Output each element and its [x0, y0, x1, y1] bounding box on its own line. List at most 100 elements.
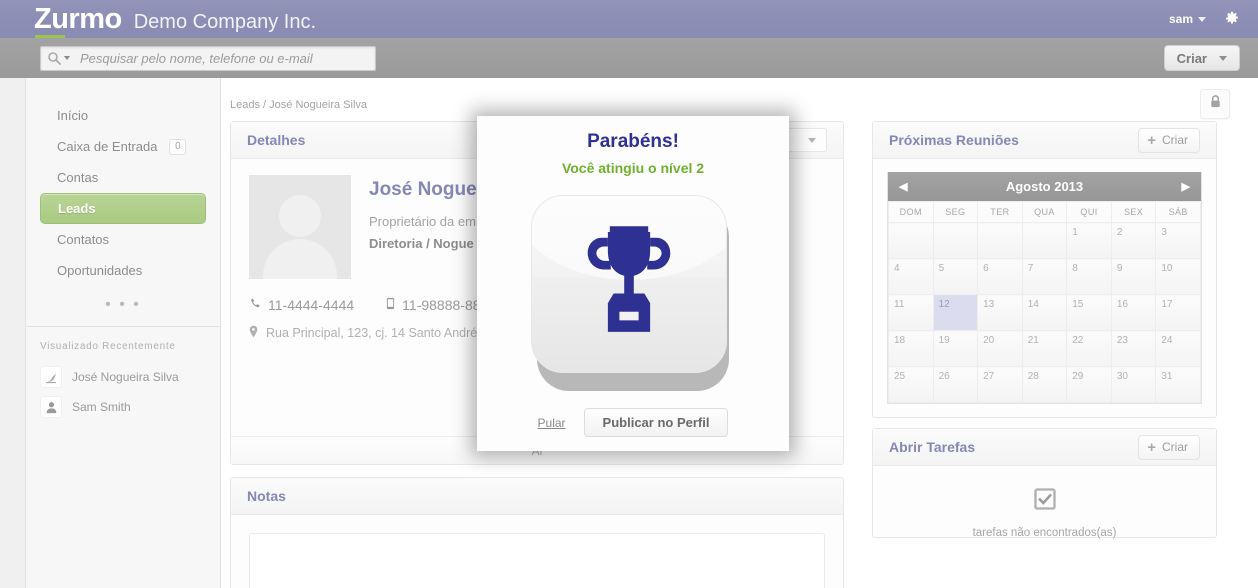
calendar-day[interactable]: 6 — [977, 258, 1023, 295]
sidebar-item-contas[interactable]: Contas — [40, 162, 206, 193]
calendar-day[interactable]: 8 — [1066, 258, 1112, 295]
breadcrumb-separator: / — [263, 99, 267, 111]
tasks-empty-text: tarefas não encontrados(as) — [972, 527, 1117, 539]
sidebar-item-label: Caixa de Entrada — [57, 139, 158, 154]
calendar-next-month-button[interactable]: ▶ — [1182, 180, 1190, 193]
user-menu[interactable]: sam — [1169, 12, 1206, 26]
calendar-day[interactable]: 28 — [1021, 366, 1068, 403]
create-meeting-button[interactable]: + Criar — [1138, 127, 1200, 153]
calendar-day[interactable]: 30 — [1110, 366, 1157, 403]
calendar-day[interactable]: 7 — [1021, 258, 1068, 295]
calendar-day[interactable]: 1 — [1066, 222, 1112, 259]
sidebar-item-contatos[interactable]: Contatos — [40, 224, 206, 255]
calendar-day[interactable]: 9 — [1110, 258, 1157, 295]
calendar-day[interactable]: 17 — [1155, 294, 1201, 331]
calendar-day[interactable]: 27 — [977, 366, 1023, 403]
gear-icon[interactable] — [1224, 11, 1240, 27]
lead-department-company: Diretoria / Nogue — [369, 236, 474, 251]
person-icon — [40, 396, 62, 418]
plus-icon: + — [1147, 131, 1156, 149]
sidebar: Início Caixa de Entrada 0 Contas Leads C… — [26, 78, 221, 588]
recent-item-sam-smith[interactable]: Sam Smith — [26, 392, 220, 422]
meetings-title: Próximas Reuniões — [889, 132, 1019, 148]
sidebar-item-leads[interactable]: Leads — [40, 193, 206, 224]
calendar-week-row: 11 12 13 14 15 16 17 — [888, 294, 1201, 331]
brand: Zurmo Demo Company Inc. — [0, 4, 317, 47]
search-bar: Criar — [0, 38, 1258, 78]
sidebar-item-caixa-de-entrada[interactable]: Caixa de Entrada 0 — [40, 131, 206, 162]
badge-face — [531, 195, 727, 373]
calendar-week-row: 18 19 20 21 22 23 24 — [888, 330, 1201, 367]
zurmo-logo[interactable]: Zurmo — [34, 4, 122, 47]
calendar-day[interactable]: 18 — [888, 330, 934, 367]
publish-to-profile-button[interactable]: Publicar no Perfil — [583, 408, 729, 437]
calendar-day[interactable]: 29 — [1066, 366, 1112, 403]
sidebar-more-button[interactable]: • • • — [26, 296, 220, 326]
calendar-day[interactable]: 31 — [1155, 366, 1201, 403]
create-button[interactable]: Criar — [1163, 45, 1240, 71]
calendar-day-today[interactable]: 12 — [932, 294, 979, 331]
calendar-day[interactable]: 26 — [932, 366, 979, 403]
sidebar-item-oportunidades[interactable]: Oportunidades — [40, 255, 206, 286]
calendar-week-row: 1 2 3 — [888, 222, 1201, 259]
calendar-day[interactable]: 20 — [977, 330, 1023, 367]
calendar-day[interactable]: 21 — [1021, 330, 1068, 367]
header-right-tools: sam — [1169, 11, 1258, 27]
calendar-weekday: QUI — [1066, 201, 1112, 223]
notes-input[interactable] — [249, 533, 825, 588]
calendar-day[interactable]: 25 — [888, 366, 934, 403]
breadcrumb-link-leads[interactable]: Leads — [230, 99, 260, 111]
calendar-day[interactable]: 13 — [977, 294, 1023, 331]
skip-link[interactable]: Pular — [538, 416, 566, 430]
create-task-button[interactable]: + Criar — [1138, 434, 1200, 460]
modal-subtitle: Você atingiu o nível 2 — [561, 160, 705, 176]
calendar-day[interactable]: 22 — [1066, 330, 1112, 367]
calendar-widget: ◀ Agosto 2013 ▶ DOM SEG TER QUA QUI SEX … — [887, 172, 1202, 404]
calendar-grid: DOM SEG TER QUA QUI SEX SÁB 1 2 3 4 5 6 … — [888, 201, 1201, 403]
chevron-down-icon — [808, 137, 816, 143]
sidebar-item-inicio[interactable]: Início — [40, 100, 206, 131]
create-meeting-label: Criar — [1162, 133, 1188, 147]
calendar-day[interactable]: 5 — [932, 258, 979, 295]
search-input[interactable] — [72, 50, 369, 66]
calendar-day[interactable]: 14 — [1021, 294, 1068, 331]
calendar-day[interactable]: 3 — [1155, 222, 1201, 259]
tasks-panel-header: Abrir Tarefas + Criar — [873, 429, 1216, 466]
recent-item-jose-nogueira-silva[interactable]: José Nogueira Silva — [26, 362, 220, 392]
global-search-box[interactable] — [40, 45, 376, 71]
calendar-day[interactable] — [977, 222, 1023, 259]
calendar-weekday: QUA — [1021, 201, 1068, 223]
calendar-day[interactable]: 23 — [1110, 330, 1157, 367]
lock-button[interactable] — [1200, 89, 1230, 119]
calendar-prev-month-button[interactable]: ◀ — [899, 180, 907, 193]
search-scope-chevron-down-icon[interactable] — [64, 56, 70, 60]
calendar-month-year: Agosto 2013 — [1005, 179, 1084, 194]
calendar-day[interactable] — [888, 222, 934, 259]
calendar-day[interactable]: 11 — [888, 294, 934, 331]
calendar-day[interactable]: 16 — [1110, 294, 1157, 331]
calendar-day[interactable]: 2 — [1110, 222, 1157, 259]
calendar-day[interactable]: 24 — [1155, 330, 1201, 367]
calendar-day[interactable]: 10 — [1155, 258, 1201, 295]
calendar-day[interactable] — [1021, 222, 1068, 259]
calendar-header: ◀ Agosto 2013 ▶ — [888, 172, 1201, 201]
trophy-icon — [581, 222, 677, 345]
modal-title: Parabéns! — [587, 131, 679, 152]
mobile-phone-value: 11-98888-888 — [402, 297, 489, 313]
zurmo-crm-app: Zurmo Demo Company Inc. sam Pesquisar pe… — [0, 0, 1258, 588]
company-name: Demo Company Inc. — [133, 10, 317, 33]
calendar-weekday-row: DOM SEG TER QUA QUI SEX SÁB — [888, 201, 1201, 223]
open-tasks-panel: Abrir Tarefas + Criar tarefas não encont… — [872, 428, 1217, 539]
upcoming-meetings-panel: Próximas Reuniões + Criar ◀ Agosto 2013 … — [872, 121, 1217, 418]
calendar-weekday: DOM — [888, 201, 934, 223]
calendar-day[interactable] — [932, 222, 979, 259]
calendar-week-row: 4 5 6 7 8 9 10 — [888, 258, 1201, 295]
calendar-weekday: SEG — [932, 201, 979, 223]
calendar-day[interactable]: 15 — [1066, 294, 1112, 331]
calendar-day[interactable]: 4 — [888, 258, 934, 295]
create-task-label: Criar — [1162, 440, 1188, 454]
calendar-day[interactable]: 19 — [932, 330, 979, 367]
lead-subtitle: Proprietário da em — [369, 214, 476, 229]
office-phone-value: 11-4444-4444 — [268, 297, 355, 313]
right-column: Próximas Reuniões + Criar ◀ Agosto 2013 … — [872, 121, 1217, 539]
